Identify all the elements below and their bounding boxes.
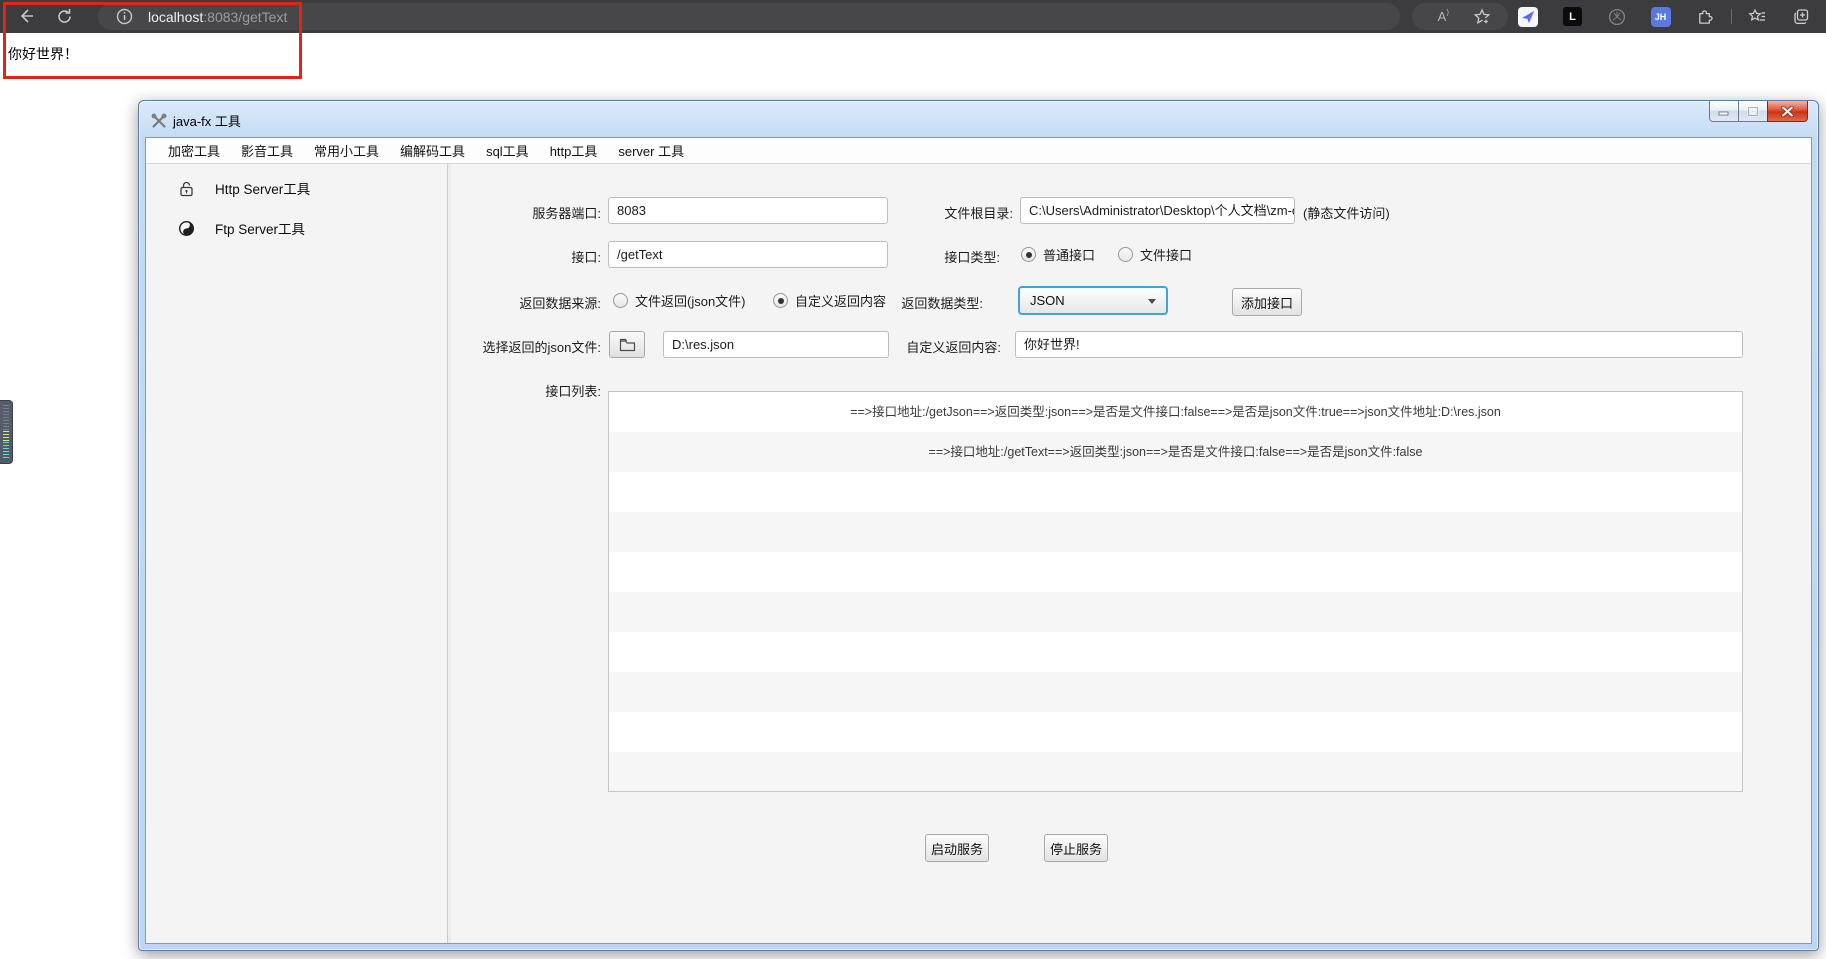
favorites-hub-icon[interactable]: [1747, 6, 1768, 27]
menu-http-tools[interactable]: http工具: [542, 137, 606, 164]
return-type-label: 返回数据类型:: [832, 293, 983, 312]
server-port-label: 服务器端口:: [452, 203, 601, 222]
radio-label: 文件返回(json文件): [635, 291, 746, 310]
combobox-value: JSON: [1030, 293, 1065, 308]
list-item[interactable]: ==>接口地址:/getText==>返回类型:json==>是否是文件接口:f…: [609, 432, 1742, 472]
radio-label: 普通接口: [1043, 245, 1095, 264]
extension-l-icon[interactable]: L: [1562, 6, 1583, 27]
window-title: java-fx 工具: [173, 111, 241, 130]
static-access-note: (静态文件访问): [1303, 203, 1503, 222]
extension-circle-icon[interactable]: [1606, 6, 1627, 27]
custom-content-label: 自定义返回内容:: [832, 337, 1001, 356]
choose-file-button[interactable]: [609, 331, 645, 358]
start-service-button[interactable]: 启动服务: [925, 834, 989, 862]
back-icon[interactable]: [14, 4, 38, 28]
list-item[interactable]: [609, 592, 1742, 632]
extension-bird-icon[interactable]: [1517, 6, 1538, 27]
json-file-label: 选择返回的json文件:: [452, 337, 601, 356]
lock-icon: [178, 180, 195, 197]
toolbar-divider: [1731, 9, 1732, 24]
maximize-button[interactable]: [1738, 101, 1768, 122]
return-type-combobox[interactable]: JSON: [1018, 286, 1168, 315]
widget-teal-bars: [3, 442, 9, 459]
menu-sql-tools[interactable]: sql工具: [478, 137, 537, 164]
add-favorite-icon[interactable]: [1471, 6, 1492, 27]
docked-side-widget[interactable]: [0, 400, 13, 464]
widget-yellow-bars: [3, 431, 9, 442]
stop-service-button[interactable]: 停止服务: [1044, 834, 1108, 862]
extension-jh-icon[interactable]: JH: [1650, 6, 1671, 27]
address-bar[interactable]: [98, 3, 1400, 30]
custom-content-input[interactable]: 你好世界!: [1015, 331, 1743, 358]
collections-icon[interactable]: [1791, 6, 1812, 27]
radio-icon: [613, 293, 628, 308]
url-path: :8083/getText: [203, 9, 287, 25]
radio-file-api[interactable]: 文件接口: [1118, 241, 1192, 268]
menubar: 加密工具 影音工具 常用小工具 编解码工具 sql工具 http工具 serve…: [146, 138, 1811, 164]
sidebar-item-label: Ftp Server工具: [215, 218, 305, 238]
refresh-icon[interactable]: [52, 4, 76, 28]
read-aloud-icon[interactable]: A⟩: [1433, 6, 1454, 27]
list-item[interactable]: ==>接口地址:/getJson==>返回类型:json==>是否是文件接口:f…: [609, 392, 1742, 432]
tools-icon: [151, 113, 167, 129]
radio-icon: [1021, 247, 1036, 262]
sidebar: Http Server工具 Ftp Server工具: [146, 164, 448, 943]
folder-icon: [619, 338, 636, 352]
radio-normal-api[interactable]: 普通接口: [1021, 241, 1095, 268]
http-server-form: 服务器端口: 8083 文件根目录: C:\Users\Administrato…: [452, 164, 1811, 943]
window-controls: [1710, 101, 1808, 122]
list-item[interactable]: [609, 512, 1742, 552]
menu-encrypt-tools[interactable]: 加密工具: [160, 137, 228, 164]
url-host: localhost: [148, 9, 203, 25]
radio-icon: [773, 293, 788, 308]
list-item[interactable]: [609, 552, 1742, 592]
menu-server-tools[interactable]: server 工具: [610, 137, 692, 164]
globe-swirl-icon: [178, 220, 195, 237]
add-api-button[interactable]: 添加接口: [1232, 288, 1302, 316]
list-item[interactable]: [609, 752, 1742, 792]
radio-icon: [1118, 247, 1133, 262]
minimize-button[interactable]: [1709, 101, 1739, 122]
sidebar-item-ftp-server[interactable]: Ftp Server工具: [146, 212, 447, 244]
menu-codec-tools[interactable]: 编解码工具: [392, 137, 473, 164]
list-item[interactable]: [609, 712, 1742, 752]
api-label: 接口:: [452, 247, 601, 266]
data-source-label: 返回数据来源:: [452, 293, 601, 312]
browser-toolbar: localhost:8083/getText A⟩ L JH: [0, 0, 1826, 33]
window-content: 加密工具 影音工具 常用小工具 编解码工具 sql工具 http工具 serve…: [145, 137, 1812, 944]
api-listview[interactable]: ==>接口地址:/getJson==>返回类型:json==>是否是文件接口:f…: [608, 391, 1743, 792]
list-item[interactable]: [609, 632, 1742, 672]
file-root-label: 文件根目录:: [832, 203, 1013, 222]
radio-label: 文件接口: [1140, 245, 1192, 264]
close-button[interactable]: [1767, 101, 1808, 122]
menu-common-tools[interactable]: 常用小工具: [306, 137, 387, 164]
page-body-text: 你好世界！: [8, 44, 78, 64]
window-titlebar[interactable]: java-fx 工具: [145, 104, 1812, 137]
file-root-input[interactable]: C:\Users\Administrator\Desktop\个人文档\zm-c: [1020, 197, 1295, 224]
sidebar-item-label: Http Server工具: [215, 178, 310, 198]
javafx-tool-window: java-fx 工具 加密工具 影音工具 常用小工具 编解码工具 sql工具 h…: [138, 100, 1819, 951]
sidebar-item-http-server[interactable]: Http Server工具: [146, 172, 447, 204]
widget-gray-bars: [3, 405, 9, 431]
url-text[interactable]: localhost:8083/getText: [148, 0, 287, 33]
radio-file-return[interactable]: 文件返回(json文件): [613, 287, 746, 314]
window-body: Http Server工具 Ftp Server工具 服务器端口: 8083 文…: [146, 164, 1811, 943]
site-info-icon[interactable]: [112, 4, 136, 28]
list-item[interactable]: [609, 672, 1742, 712]
chevron-down-icon: [1148, 299, 1156, 304]
extensions-puzzle-icon[interactable]: [1695, 6, 1716, 27]
api-list-label: 接口列表:: [452, 381, 601, 400]
menu-media-tools[interactable]: 影音工具: [233, 137, 301, 164]
api-type-label: 接口类型:: [832, 247, 1000, 266]
toolbar-actions-pill: [1412, 3, 1508, 30]
list-item[interactable]: [609, 472, 1742, 512]
